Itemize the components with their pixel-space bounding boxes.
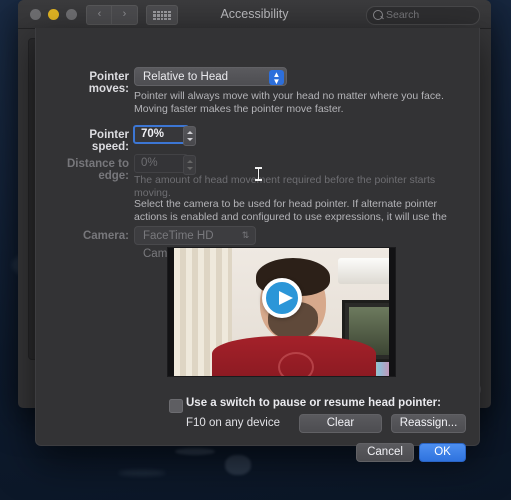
pointer-speed-input[interactable]: 70% <box>133 125 189 144</box>
search-placeholder: Search <box>386 9 420 21</box>
chevron-updown-icon: ⇅ <box>241 229 250 240</box>
camera-label: Camera: <box>82 230 129 242</box>
camera-preview[interactable] <box>167 247 396 377</box>
clear-button[interactable]: Clear <box>299 414 382 433</box>
pointer-moves-label: Pointer moves: <box>88 71 129 95</box>
pointer-speed-stepper[interactable] <box>183 126 196 146</box>
text-cursor-icon <box>255 167 262 181</box>
preview-air-conditioner <box>338 258 395 284</box>
cursor-cap-bottom <box>255 179 262 181</box>
play-button-icon[interactable] <box>261 278 302 318</box>
shortcut-assignment-text: F10 on any device <box>186 417 280 429</box>
use-switch-checkbox[interactable] <box>169 399 183 413</box>
preview-shirt-logo <box>278 352 314 376</box>
desktop-background: ‹ › Accessibility Search Pointer moves: … <box>0 0 511 500</box>
distance-to-edge-input: 0% <box>134 154 188 173</box>
wallpaper-wave <box>175 448 215 455</box>
search-input[interactable]: Search <box>366 6 480 25</box>
chevron-updown-icon: ▲ ▼ <box>269 69 284 85</box>
wallpaper-wave <box>225 455 251 475</box>
reassign-button[interactable]: Reassign... <box>391 414 466 433</box>
ok-button[interactable]: OK <box>419 443 466 462</box>
pointer-moves-value: Relative to Head <box>143 71 229 83</box>
distance-to-edge-stepper <box>183 155 196 175</box>
preview-letterbox-right <box>389 248 395 376</box>
cancel-button[interactable]: Cancel <box>356 443 414 462</box>
cursor-cap-top <box>255 167 262 169</box>
pointer-speed-label: Pointer speed: <box>89 129 129 153</box>
preview-letterbox-left <box>168 248 174 376</box>
distance-description: The amount of head movement required bef… <box>134 174 436 199</box>
pointer-moves-description: Pointer will always move with your head … <box>134 90 444 115</box>
pointer-moves-select[interactable]: Relative to Head ▲ ▼ <box>134 67 287 86</box>
search-icon <box>373 10 383 20</box>
use-switch-label: Use a switch to pause or resume head poi… <box>186 397 441 409</box>
window-titlebar: ‹ › Accessibility Search <box>18 0 491 29</box>
wallpaper-wave <box>118 470 166 476</box>
camera-select: FaceTime HD Camera ⇅ <box>134 226 256 260</box>
head-pointer-options-sheet: Pointer moves: Relative to Head ▲ ▼ Point… <box>35 28 480 462</box>
distance-to-edge-label: Distance to edge: <box>67 158 129 182</box>
